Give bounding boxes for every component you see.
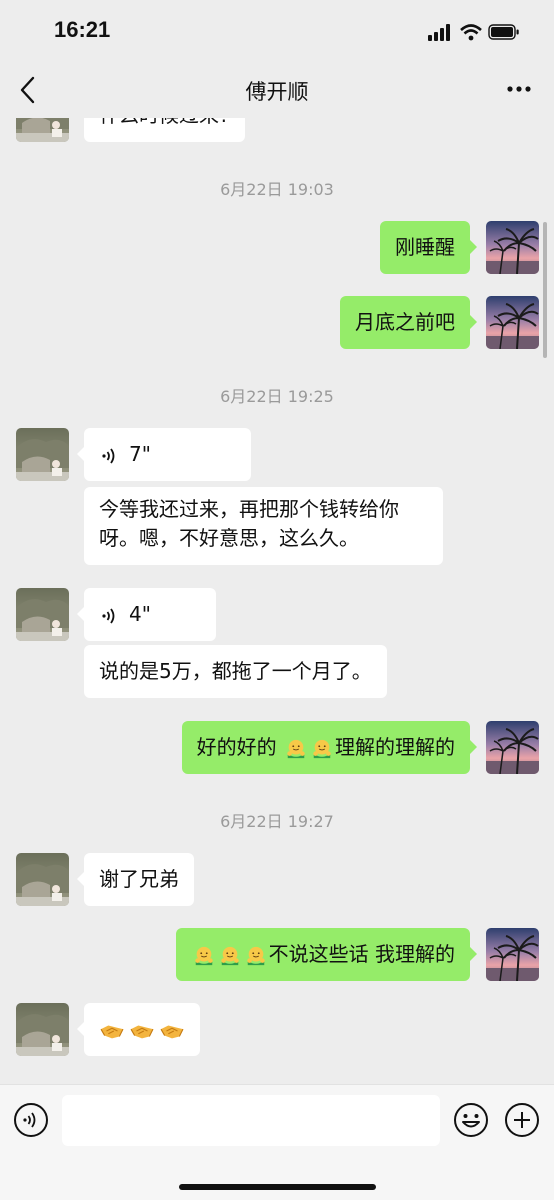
hug-emoji-icon <box>285 738 307 760</box>
outgoing-message[interactable]: 月底之前吧 <box>340 296 470 349</box>
my-avatar[interactable] <box>486 221 539 274</box>
message-text: 不说这些话 我理解的 <box>268 942 455 966</box>
input-bar <box>0 1084 554 1200</box>
bubble-tail <box>77 447 84 461</box>
voice-message[interactable]: 4" <box>84 588 216 641</box>
message-text: 今等我还过来，再把那个钱转给你呀。嗯，不好意思，这么久。 <box>99 497 399 550</box>
message-list[interactable]: 什么时候过来? 6月22日 19:03 刚睡醒 月底之前吧 6月22日 19:2… <box>0 118 554 1084</box>
incoming-message[interactable]: 什么时候过来? <box>84 118 245 142</box>
handshake-emoji-icon <box>99 1020 125 1042</box>
bubble-tail <box>470 315 477 329</box>
cellular-signal-icon <box>428 24 450 41</box>
more-button[interactable] <box>504 76 534 102</box>
incoming-message[interactable] <box>84 1003 200 1056</box>
status-icons <box>428 22 520 42</box>
bubble-tail <box>470 240 477 254</box>
voice-duration: 4" <box>129 602 151 626</box>
wifi-icon <box>460 24 482 41</box>
emoji-button[interactable] <box>453 1102 489 1138</box>
battery-icon <box>488 24 519 40</box>
bubble-tail <box>77 872 84 886</box>
more-dots-icon <box>507 86 531 92</box>
status-time: 16:21 <box>54 17 111 42</box>
voice-wave-icon <box>99 606 119 626</box>
outgoing-message[interactable]: 刚睡醒 <box>380 221 470 274</box>
message-input[interactable] <box>62 1095 440 1146</box>
voice-message[interactable]: 7" <box>84 428 251 481</box>
outgoing-message[interactable]: 不说这些话 我理解的 <box>175 928 470 981</box>
plus-circle-icon <box>505 1103 539 1137</box>
outgoing-message[interactable]: 好的好的 理解的理解的 <box>181 721 470 774</box>
more-actions-button[interactable] <box>504 1102 540 1138</box>
status-bar: 16:21 <box>0 0 554 62</box>
timestamp: 6月22日 19:27 <box>220 812 334 831</box>
bubble-tail <box>77 607 84 621</box>
chat-screen: 16:21 傅开顺 6月22日 19:03 刚睡醒 月底之前吧 6月22日 19… <box>0 0 554 1200</box>
contact-avatar[interactable] <box>16 1003 69 1056</box>
my-avatar[interactable] <box>486 928 539 981</box>
handshake-emoji-icon <box>129 1020 155 1042</box>
contact-avatar[interactable] <box>16 118 69 142</box>
hug-emoji-icon <box>245 945 267 967</box>
message-text: 什么时候过来? <box>99 118 230 127</box>
hug-emoji-icon <box>219 945 241 967</box>
voice-input-icon <box>14 1103 48 1137</box>
home-indicator[interactable] <box>179 1184 376 1190</box>
message-text: 谢了兄弟 <box>99 867 179 891</box>
voice-wave-icon <box>99 446 119 466</box>
nav-bar: 傅开顺 <box>0 62 554 118</box>
contact-avatar[interactable] <box>16 428 69 481</box>
hug-emoji-icon <box>311 738 333 760</box>
hug-emoji-icon <box>193 945 215 967</box>
bubble-tail <box>470 740 477 754</box>
handshake-emoji-icon <box>159 1020 185 1042</box>
voice-input-button[interactable] <box>13 1102 49 1138</box>
contact-avatar[interactable] <box>16 588 69 641</box>
my-avatar[interactable] <box>486 296 539 349</box>
message-text: 说的是5万，都拖了一个月了。 <box>99 659 372 683</box>
incoming-message[interactable]: 谢了兄弟 <box>84 853 194 906</box>
my-avatar[interactable] <box>486 721 539 774</box>
timestamp: 6月22日 19:25 <box>220 387 334 406</box>
timestamp: 6月22日 19:03 <box>220 180 334 199</box>
scrollbar[interactable] <box>543 222 547 358</box>
chat-title: 傅开顺 <box>245 80 309 104</box>
message-text-start: 好的好的 <box>196 735 283 759</box>
incoming-message[interactable]: 说的是5万，都拖了一个月了。 <box>84 645 387 698</box>
smiley-icon <box>454 1103 488 1137</box>
message-text-end: 理解的理解的 <box>335 735 455 759</box>
bubble-tail <box>77 1022 84 1036</box>
contact-avatar[interactable] <box>16 853 69 906</box>
message-text: 刚睡醒 <box>395 235 455 259</box>
incoming-message[interactable]: 今等我还过来，再把那个钱转给你呀。嗯，不好意思，这么久。 <box>84 487 443 565</box>
bubble-tail <box>470 947 477 961</box>
voice-duration: 7" <box>129 442 151 466</box>
message-text: 月底之前吧 <box>355 310 455 334</box>
